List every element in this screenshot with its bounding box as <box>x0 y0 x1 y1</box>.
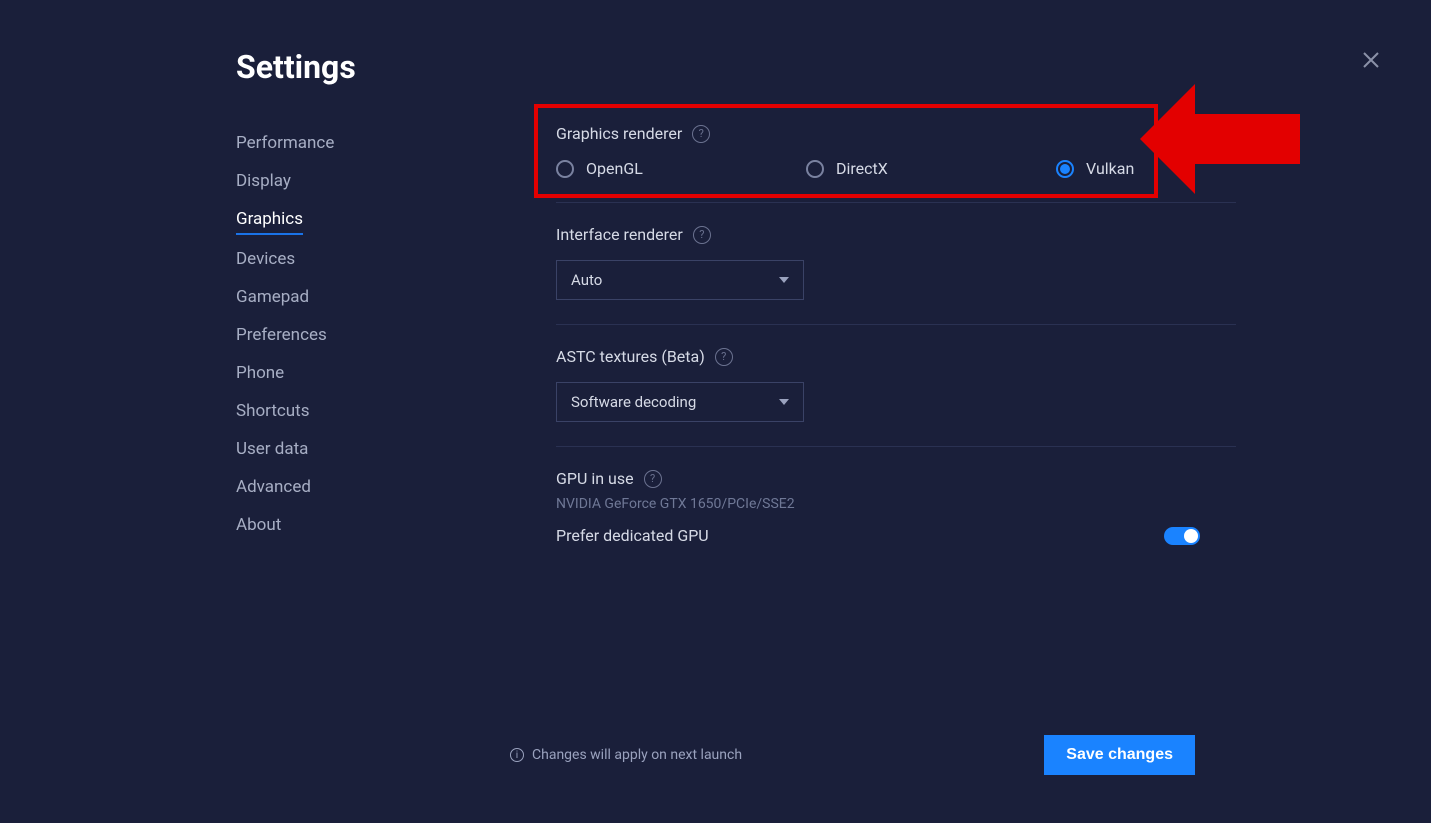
help-icon[interactable]: ? <box>715 348 733 366</box>
gpu-label: GPU in use <box>556 469 634 488</box>
astc-label: ASTC textures (Beta) <box>556 347 705 366</box>
prefer-dedicated-gpu-toggle[interactable] <box>1164 527 1200 545</box>
page-title: Settings <box>236 48 1391 86</box>
sidebar-item-gamepad[interactable]: Gamepad <box>236 278 309 316</box>
radio-circle-selected-icon <box>1056 160 1074 178</box>
gpu-section: GPU in use ? NVIDIA GeForce GTX 1650/PCI… <box>556 469 1236 569</box>
radio-vulkan[interactable]: Vulkan <box>1056 159 1134 178</box>
radio-circle-icon <box>806 160 824 178</box>
dropdown-value: Software decoding <box>571 393 696 411</box>
gpu-info-text: NVIDIA GeForce GTX 1650/PCIe/SSE2 <box>556 496 1236 512</box>
sidebar-item-graphics[interactable]: Graphics <box>236 200 303 235</box>
sidebar-item-shortcuts[interactable]: Shortcuts <box>236 392 310 430</box>
sidebar-item-preferences[interactable]: Preferences <box>236 316 327 354</box>
chevron-down-icon <box>779 277 789 283</box>
prefer-dedicated-gpu-label: Prefer dedicated GPU <box>556 526 709 545</box>
interface-renderer-section: Interface renderer ? Auto <box>556 225 1236 325</box>
interface-renderer-label: Interface renderer <box>556 225 683 244</box>
radio-label: DirectX <box>836 159 888 178</box>
sidebar: Performance Display Graphics Devices Gam… <box>236 124 376 591</box>
sidebar-item-user-data[interactable]: User data <box>236 430 308 468</box>
sidebar-item-performance[interactable]: Performance <box>236 124 334 162</box>
main-panel: Graphics renderer ? OpenGL DirectX Vulka… <box>556 124 1236 591</box>
radio-label: Vulkan <box>1086 159 1134 178</box>
sidebar-item-advanced[interactable]: Advanced <box>236 468 311 506</box>
sidebar-item-phone[interactable]: Phone <box>236 354 284 392</box>
radio-directx[interactable]: DirectX <box>806 159 1056 178</box>
astc-section: ASTC textures (Beta) ? Software decoding <box>556 347 1236 447</box>
sidebar-item-devices[interactable]: Devices <box>236 240 295 278</box>
footer-note: i Changes will apply on next launch <box>510 747 742 763</box>
help-icon[interactable]: ? <box>692 125 710 143</box>
sidebar-item-display[interactable]: Display <box>236 162 291 200</box>
info-icon: i <box>510 748 524 762</box>
radio-label: OpenGL <box>586 159 643 178</box>
help-icon[interactable]: ? <box>693 226 711 244</box>
radio-opengl[interactable]: OpenGL <box>556 159 806 178</box>
save-changes-button[interactable]: Save changes <box>1044 735 1195 775</box>
radio-circle-icon <box>556 160 574 178</box>
graphics-renderer-section: Graphics renderer ? OpenGL DirectX Vulka… <box>556 124 1236 203</box>
dropdown-value: Auto <box>571 271 602 289</box>
astc-dropdown[interactable]: Software decoding <box>556 382 804 422</box>
toggle-knob <box>1184 529 1198 543</box>
annotation-highlight-box <box>534 104 1158 198</box>
footer-note-text: Changes will apply on next launch <box>532 747 742 763</box>
graphics-renderer-label: Graphics renderer <box>556 124 682 143</box>
chevron-down-icon <box>779 399 789 405</box>
interface-renderer-dropdown[interactable]: Auto <box>556 260 804 300</box>
help-icon[interactable]: ? <box>644 470 662 488</box>
sidebar-item-about[interactable]: About <box>236 506 281 544</box>
